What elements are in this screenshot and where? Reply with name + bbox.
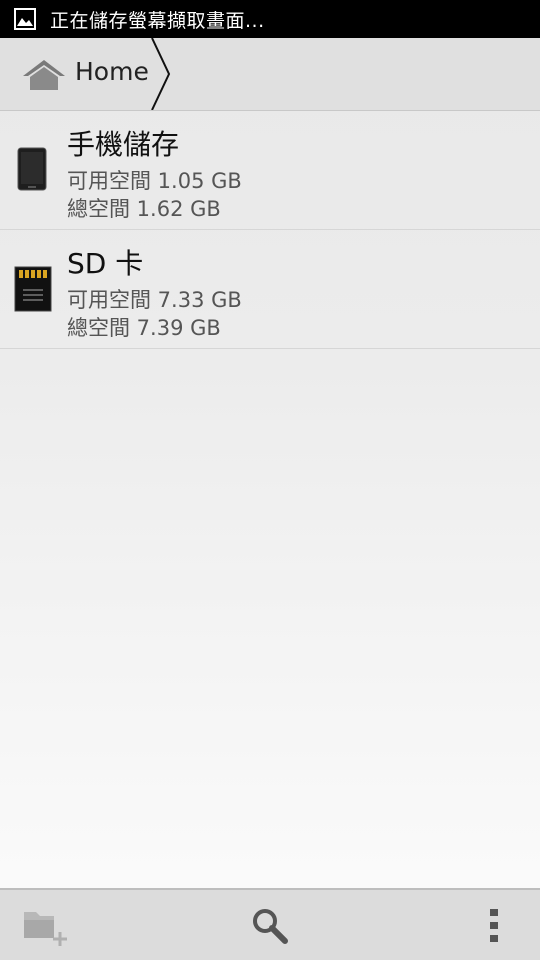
storage-item-name: 手機儲存 bbox=[67, 128, 180, 161]
new-folder-icon bbox=[22, 912, 70, 952]
home-icon bbox=[22, 58, 66, 96]
storage-free-space: 可用空間 7.33 GB bbox=[67, 288, 242, 312]
sd-card-icon bbox=[14, 266, 52, 316]
image-icon bbox=[14, 8, 36, 30]
search-icon bbox=[250, 909, 290, 950]
storage-total-space: 總空間 7.39 GB bbox=[67, 316, 221, 340]
storage-item-sd-card[interactable]: SD 卡 可用空間 7.33 GB 總空間 7.39 GB bbox=[0, 230, 540, 349]
overflow-menu-icon bbox=[484, 909, 504, 948]
status-notification-text: 正在儲存螢幕擷取畫面... bbox=[50, 9, 265, 32]
phone-icon bbox=[17, 147, 47, 195]
storage-total-space: 總空間 1.62 GB bbox=[67, 197, 221, 221]
storage-item-phone[interactable]: 手機儲存 可用空間 1.05 GB 總空間 1.62 GB bbox=[0, 111, 540, 230]
storage-item-name: SD 卡 bbox=[67, 247, 144, 280]
storage-free-space: 可用空間 1.05 GB bbox=[67, 169, 242, 193]
status-bar: 正在儲存螢幕擷取畫面... bbox=[0, 0, 540, 38]
search-button[interactable] bbox=[250, 906, 290, 946]
new-folder-button[interactable] bbox=[22, 906, 70, 948]
overflow-menu-button[interactable] bbox=[484, 908, 504, 944]
storage-list: 手機儲存 可用空間 1.05 GB 總空間 1.62 GB SD 卡 可用空間 … bbox=[0, 111, 540, 349]
bottom-action-bar bbox=[0, 888, 540, 960]
breadcrumb-separator bbox=[148, 37, 174, 114]
breadcrumb-home-label: Home bbox=[75, 57, 149, 86]
breadcrumb: Home bbox=[0, 37, 540, 114]
